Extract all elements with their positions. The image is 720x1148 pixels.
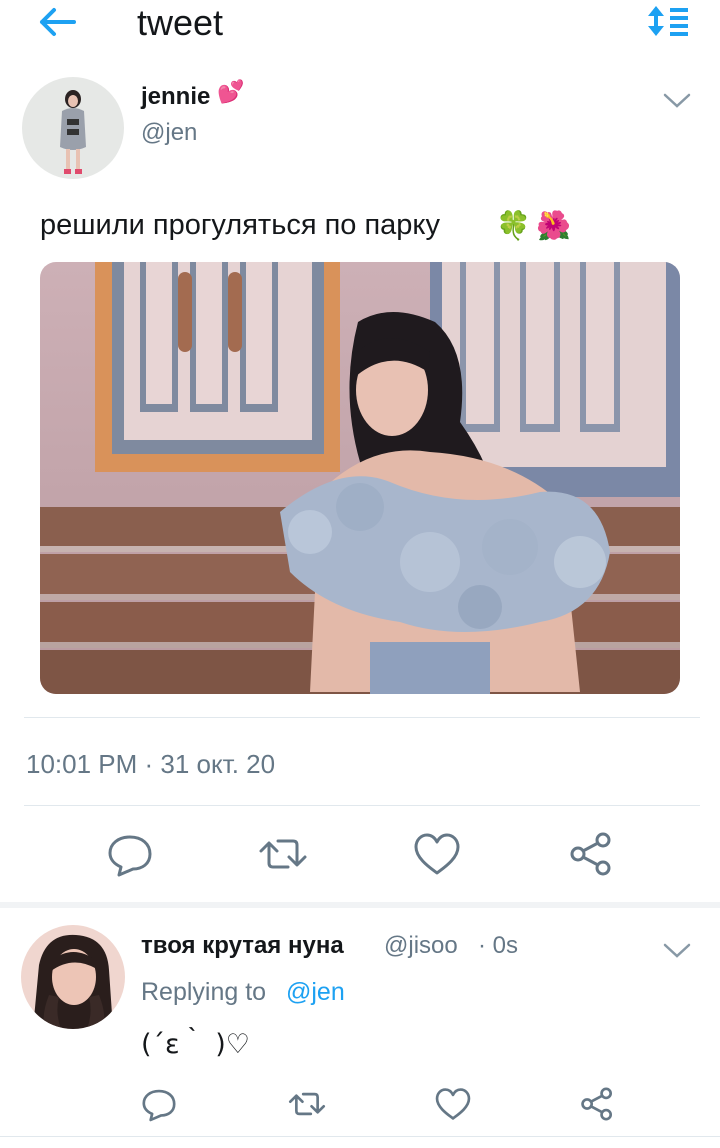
- author-avatar[interactable]: [22, 77, 124, 179]
- page-title: tweet: [137, 2, 224, 43]
- heart-icon: [435, 1088, 471, 1120]
- author-handle[interactable]: @jen: [141, 119, 197, 147]
- reply-author-name[interactable]: твоя крутая нуна: [141, 932, 344, 960]
- chevron-down-icon: [663, 93, 691, 108]
- tweet-text: решили прогуляться по парку: [40, 209, 440, 241]
- reply-author-avatar[interactable]: [21, 925, 125, 1029]
- tweet-photo-image: [40, 262, 680, 694]
- tweet-menu-button[interactable]: [662, 90, 692, 110]
- reply-menu-button[interactable]: [662, 940, 692, 960]
- reply-share-button[interactable]: [578, 1085, 616, 1123]
- sort-button[interactable]: [644, 2, 692, 40]
- hearts-emoji: 💕: [217, 79, 245, 104]
- share-icon: [581, 1087, 613, 1121]
- reply-like-button[interactable]: [434, 1085, 472, 1123]
- replying-to-label: Replying to: [141, 978, 267, 1006]
- back-button[interactable]: [36, 4, 80, 40]
- author-avatar-image: [22, 77, 124, 179]
- heart-icon: [414, 833, 460, 875]
- sort-list-icon: [648, 6, 688, 36]
- reply-reply-button[interactable]: [140, 1085, 178, 1123]
- hibiscus-emoji: 🌺: [536, 210, 571, 241]
- chevron-down-icon: [663, 943, 691, 958]
- reply-retweet-button[interactable]: [288, 1085, 326, 1123]
- reply-icon: [142, 1089, 176, 1122]
- tweet-timestamp: 10:01 PM · 31 окт. 20: [26, 749, 276, 779]
- reply-button[interactable]: [105, 829, 155, 879]
- retweet-icon: [259, 839, 307, 869]
- reply-time: · 0s: [478, 932, 519, 959]
- reply-text: (´ε｀ )♡: [141, 1029, 250, 1060]
- share-button[interactable]: [566, 829, 616, 879]
- top-bar: tweet: [0, 0, 720, 48]
- like-button[interactable]: [412, 829, 462, 879]
- reply-author-handle[interactable]: @jisoo: [384, 932, 458, 960]
- share-icon: [570, 832, 611, 876]
- section-divider: [0, 902, 720, 908]
- retweet-button[interactable]: [258, 829, 308, 879]
- reply-icon: [108, 835, 152, 877]
- reply-avatar-image: [21, 925, 125, 1029]
- arrow-left-icon: [40, 8, 76, 36]
- retweet-icon: [288, 1092, 326, 1116]
- divider: [0, 1136, 720, 1137]
- author-name[interactable]: jennie: [141, 83, 210, 111]
- replying-to-mention[interactable]: @jen: [286, 978, 345, 1007]
- divider: [24, 717, 700, 718]
- clover-emoji: 🍀: [496, 210, 531, 241]
- tweet-photo[interactable]: [40, 262, 680, 694]
- divider: [24, 805, 700, 806]
